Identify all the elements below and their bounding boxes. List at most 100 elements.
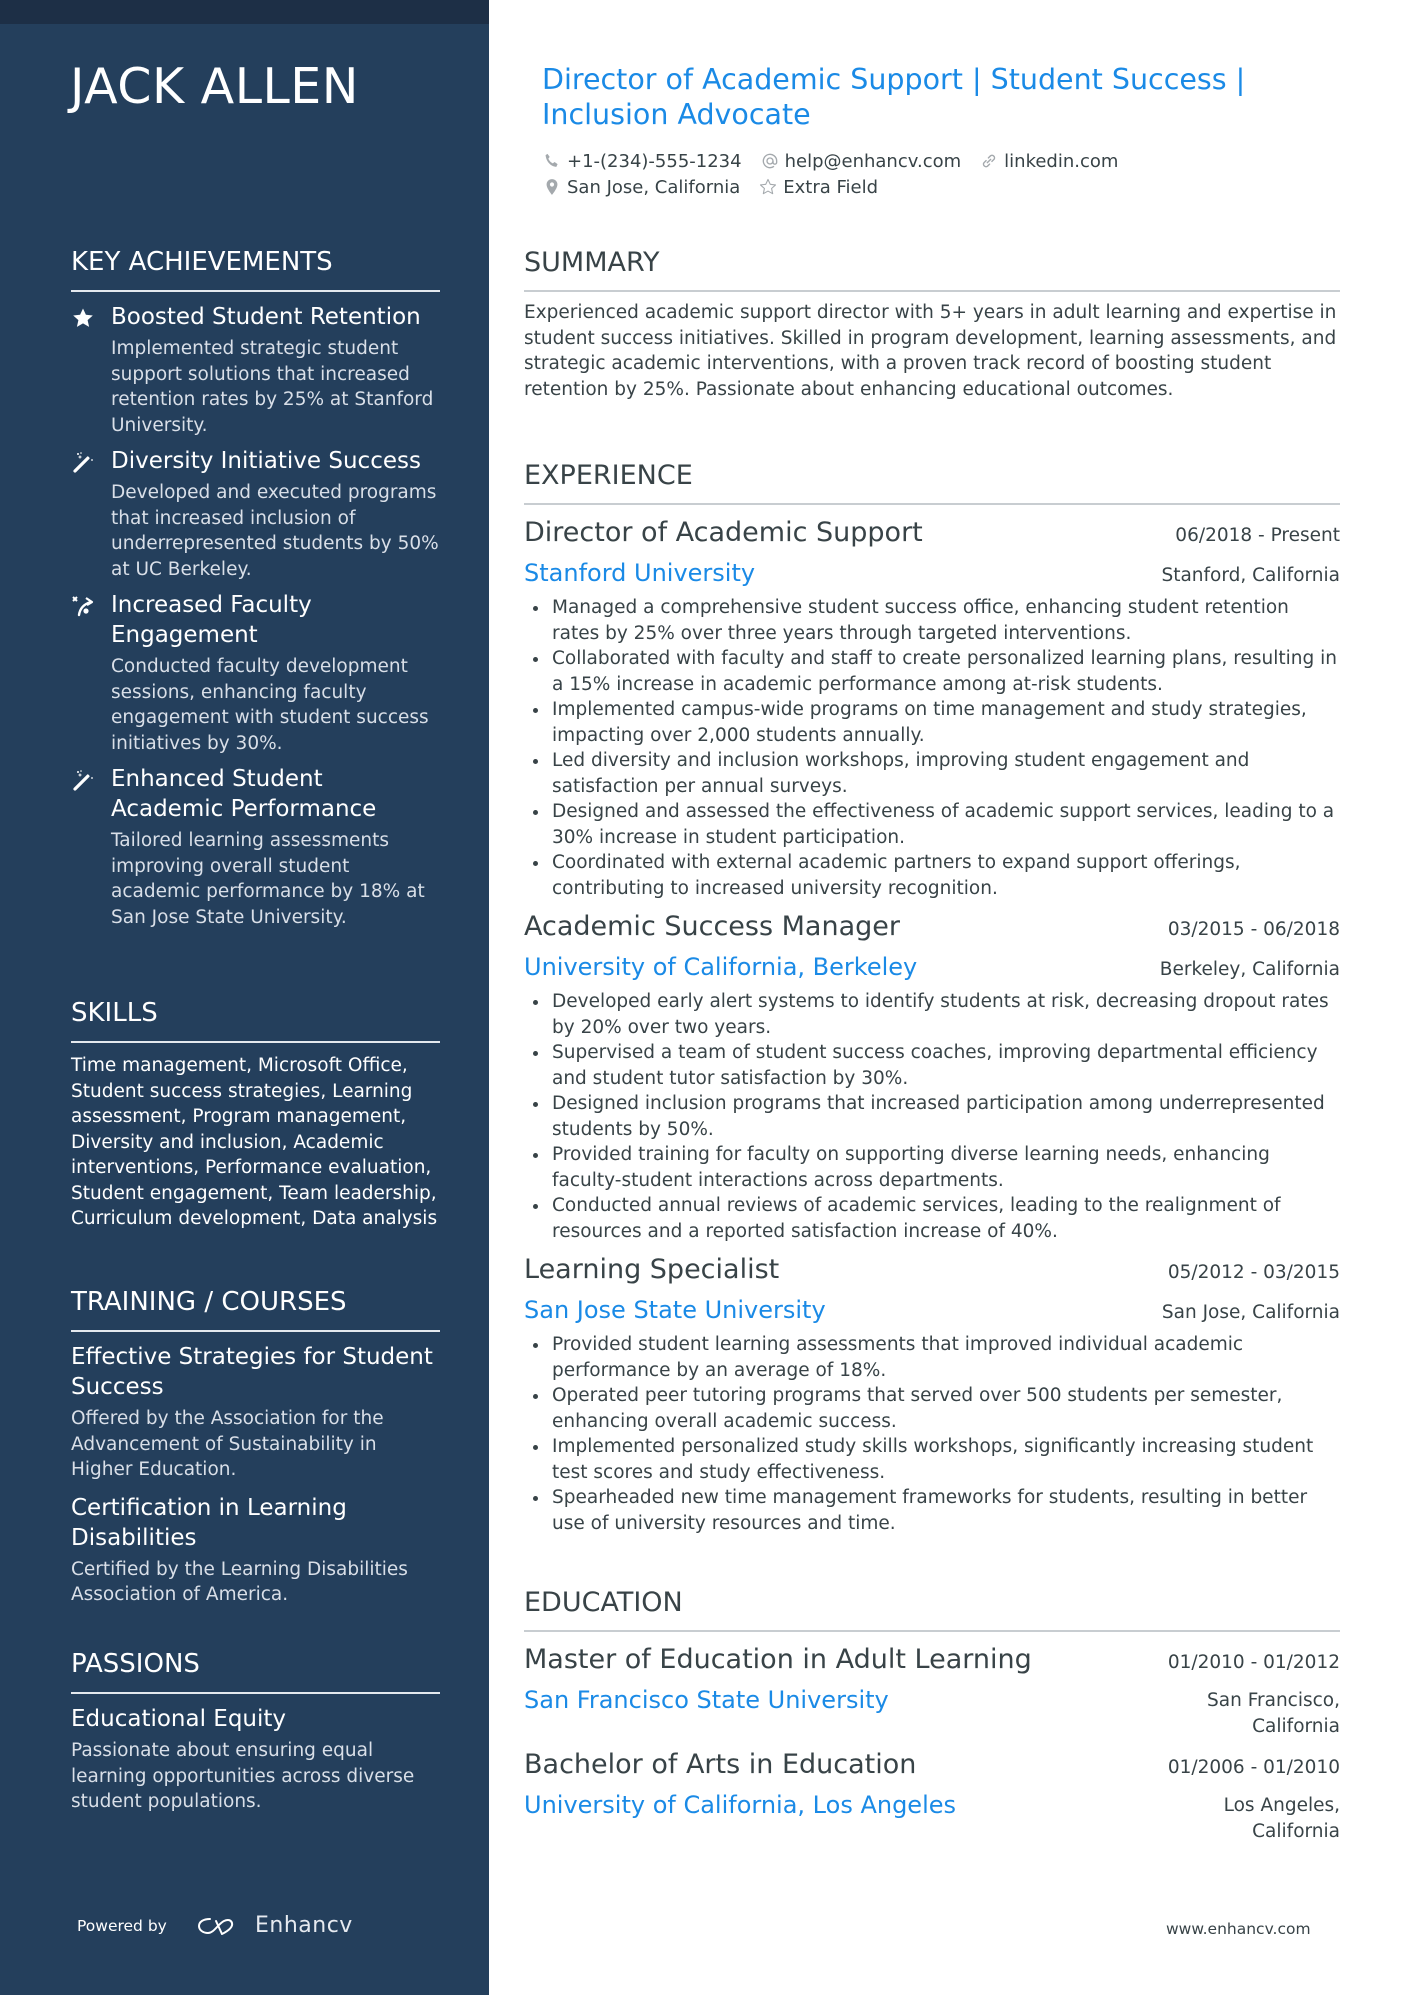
school-name[interactable]: University of California, Los Angeles [524,1785,956,1825]
bullet-item: Collaborated with faculty and staff to c… [524,646,1340,697]
location-line: California [1252,1715,1340,1737]
enhancv-logo-icon [198,1918,234,1935]
course-title: Certification in Learning Disabilities [71,1494,347,1551]
experience-entry: Academic Success Manager 03/2015 - 06/20… [524,907,1340,1244]
bullet-item: Designed inclusion programs that increas… [524,1091,1340,1142]
enhancv-brand: Enhancv [255,1913,353,1938]
section-heading: KEY ACHIEVEMENTS [71,246,440,292]
phone-icon [545,153,558,167]
summary-section: SUMMARY Experienced academic support dir… [524,246,1340,402]
job-location: Berkeley, California [1159,959,1340,980]
company-name[interactable]: Stanford University [524,553,755,593]
skills-section: SKILLS Time management, Microsoft Office… [71,997,440,1232]
contact-info: +1-(234)-555-1234 help@enhancv.com linke… [542,148,1322,200]
position-title: Learning Specialist [524,1254,780,1285]
company-name[interactable]: University of California, Berkeley [524,947,917,987]
date-range: 03/2015 - 06/2018 [1167,919,1340,940]
education-entry: Bachelor of Arts in Education 01/2006 - … [524,1745,1340,1844]
job-title-headline: Director of Academic Support | Student S… [542,63,1246,131]
course-desc: Certified by the Learning Disabilities A… [71,1558,408,1606]
achievement-desc: Tailored learning assessments improving … [111,830,425,928]
position-title: Academic Success Manager [524,911,900,942]
key-achievements-section: KEY ACHIEVEMENTS Boosted Student Retenti… [71,246,440,938]
contact-phone[interactable]: +1-(234)-555-1234 [542,151,742,172]
passions-section: PASSIONS Educational Equity Passionate a… [71,1648,440,1825]
bullet-list: Developed early alert systems to identif… [524,989,1340,1244]
strategy-arrow-icon [72,596,94,617]
location-line: Los Angeles, [1223,1795,1340,1816]
course-item: Effective Strategies for Student Success… [71,1342,440,1483]
experience-entry: Director of Academic Support 06/2018 - P… [524,513,1340,901]
bullet-item: Operated peer tutoring programs that ser… [524,1383,1340,1434]
bullet-item: Supervised a team of student success coa… [524,1040,1340,1091]
passion-desc: Passionate about ensuring equal learning… [71,1740,415,1812]
achievement-item: Diversity Initiative Success Developed a… [71,446,440,582]
contact-link[interactable]: linkedin.com [979,151,1118,172]
sidebar: JACK ALLEN KEY ACHIEVEMENTS Boosted Stud… [0,0,489,1995]
passion-title: Educational Equity [71,1706,287,1732]
course-title: Effective Strategies for Student Success [71,1344,433,1400]
achievement-title: Diversity Initiative Success [111,448,421,474]
summary-text: Experienced academic support director wi… [524,302,1337,400]
degree-title: Master of Education in Adult Learning [524,1644,1032,1675]
education-section: EDUCATION Master of Education in Adult L… [524,1586,1340,1850]
achievement-title: Increased Faculty Engagement [111,592,312,648]
section-heading: SKILLS [71,997,440,1043]
magic-wand-icon [73,452,93,473]
bullet-item: Managed a comprehensive student success … [524,595,1340,646]
achievement-item: Boosted Student Retention Implemented st… [71,302,440,438]
phone-text: +1-(234)-555-1234 [567,150,742,172]
bullet-item: Designed and assessed the effectiveness … [524,799,1340,850]
magic-wand-icon [73,770,93,791]
link-text: linkedin.com [1004,150,1119,172]
website-link[interactable]: www.enhancv.com [1166,1920,1311,1938]
course-item: Certification in Learning Disabilities C… [71,1493,440,1608]
degree-title: Bachelor of Arts in Education [524,1749,917,1780]
star-icon [73,308,93,327]
sidebar-top-band [0,0,489,24]
candidate-name: JACK ALLEN [70,58,359,115]
job-location: Stanford, California [1161,565,1340,586]
section-heading: SUMMARY [524,246,1340,292]
email-text: help@enhancv.com [784,150,962,172]
star-outline-icon [760,178,777,195]
skills-list: Time management, Microsoft Office, Stude… [71,1055,438,1229]
achievement-title: Boosted Student Retention [111,304,421,330]
experience-section: EXPERIENCE Director of Academic Support … [524,459,1340,1542]
bullet-item: Implemented campus-wide programs on time… [524,697,1340,748]
link-icon [982,154,996,168]
contact-location: San Jose, California [542,177,740,198]
location-text: San Jose, California [567,176,741,198]
contact-email[interactable]: help@enhancv.com [760,150,962,172]
bullet-list: Managed a comprehensive student success … [524,595,1340,901]
job-location: San Jose, California [1161,1302,1340,1323]
bullet-item: Spearheaded new time management framewor… [524,1485,1340,1536]
achievement-desc: Developed and executed programs that inc… [111,482,439,580]
bullet-item: Developed early alert systems to identif… [524,989,1340,1040]
date-range: 01/2006 - 01/2010 [1167,1757,1340,1778]
achievement-item: Enhanced Student Academic Performance Ta… [71,764,440,930]
section-heading: PASSIONS [71,1648,440,1694]
location-pin-icon [546,179,558,195]
location-line: San Francisco, [1207,1690,1340,1711]
bullet-item: Coordinated with external academic partn… [524,850,1340,901]
company-name[interactable]: San Jose State University [524,1290,826,1330]
bullet-list: Provided student learning assessments th… [524,1332,1340,1536]
bullet-item: Conducted annual reviews of academic ser… [524,1193,1340,1244]
extra-field-text: Extra Field [783,176,879,198]
bullet-item: Led diversity and inclusion workshops, i… [524,748,1340,799]
training-section: TRAINING / COURSES Effective Strategies … [71,1286,440,1618]
experience-entry: Learning Specialist 05/2012 - 03/2015 Sa… [524,1250,1340,1536]
date-range: 06/2018 - Present [1175,525,1340,546]
at-icon [762,153,777,169]
bullet-item: Provided student learning assessments th… [524,1332,1340,1383]
passion-item: Educational Equity Passionate about ensu… [71,1704,440,1815]
achievement-desc: Implemented strategic student support so… [111,338,434,436]
section-heading: EXPERIENCE [524,459,1340,505]
bullet-item: Implemented personalized study skills wo… [524,1434,1340,1485]
contact-extra: Extra Field [758,177,878,198]
school-name[interactable]: San Francisco State University [524,1680,889,1720]
school-location: Los Angeles, California [1224,1785,1340,1844]
bullet-item: Provided training for faculty on support… [524,1142,1340,1193]
section-heading: EDUCATION [524,1586,1340,1632]
